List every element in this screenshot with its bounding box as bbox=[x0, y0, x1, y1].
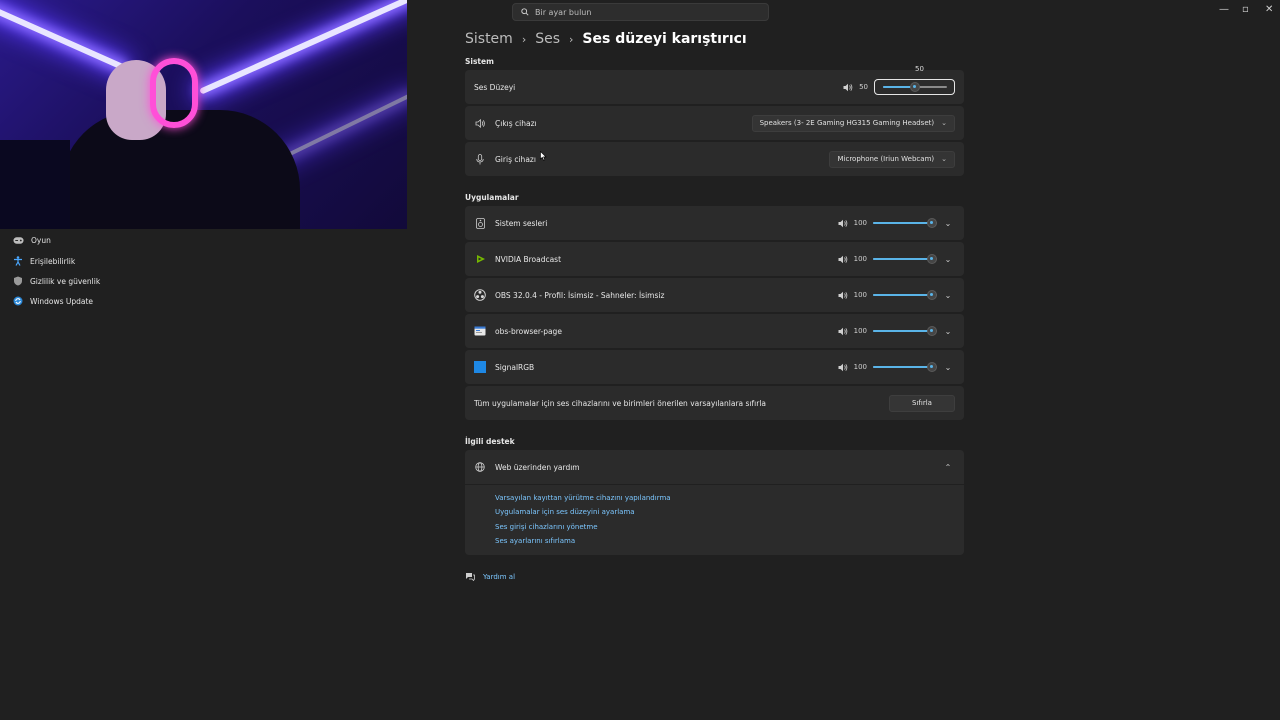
app-volume-value: 100 bbox=[853, 327, 867, 335]
shield-icon bbox=[14, 276, 22, 286]
chevron-right-icon: › bbox=[569, 32, 574, 46]
obs-icon bbox=[474, 289, 486, 301]
app-row: OBS 32.0.4 - Profil: İsimsiz - Sahneler:… bbox=[465, 278, 964, 312]
chevron-down-icon[interactable]: ⌄ bbox=[941, 363, 955, 372]
section-title-uygulamalar: Uygulamalar bbox=[465, 193, 519, 202]
app-row: obs-browser-page 100 ⌄ bbox=[465, 314, 964, 348]
restore-button[interactable]: ▫ bbox=[1242, 4, 1249, 15]
signalrgb-icon bbox=[474, 361, 486, 373]
speaker-icon[interactable] bbox=[838, 363, 848, 372]
help-chat-icon bbox=[466, 573, 475, 581]
speaker-icon[interactable] bbox=[838, 327, 848, 336]
input-device-dropdown[interactable]: Microphone (Iriun Webcam) ⌄ bbox=[829, 150, 955, 168]
sidebar-item-label: Windows Update bbox=[30, 296, 94, 306]
chevron-down-icon[interactable]: ⌄ bbox=[941, 255, 955, 264]
section-title-sistem: Sistem bbox=[465, 57, 494, 66]
app-volume-value: 100 bbox=[853, 219, 867, 227]
app-name: obs-browser-page bbox=[495, 326, 562, 336]
browser-page-icon bbox=[474, 325, 486, 337]
volume-tooltip: 50 bbox=[915, 65, 924, 73]
app-volume-slider[interactable] bbox=[873, 254, 937, 264]
speaker-icon[interactable] bbox=[838, 255, 848, 264]
page-title: Ses düzeyi karıştırıcı bbox=[582, 31, 747, 47]
app-row: NVIDIA Broadcast 100 ⌄ bbox=[465, 242, 964, 276]
sidebar-item-label: Gizlilik ve güvenlik bbox=[30, 276, 101, 286]
speaker-icon[interactable] bbox=[838, 219, 848, 228]
chevron-down-icon[interactable]: ⌄ bbox=[941, 327, 955, 336]
help-link-reset-sound[interactable]: Ses ayarlarını sıfırlama bbox=[495, 537, 575, 545]
app-volume-value: 100 bbox=[853, 255, 867, 263]
system-volume-row: Ses Düzeyi 50 bbox=[465, 70, 964, 104]
system-volume-slider[interactable] bbox=[882, 82, 947, 92]
mouse-cursor-icon bbox=[540, 151, 547, 161]
help-link-input-devices[interactable]: Ses girişi cihazlarını yönetme bbox=[495, 523, 598, 531]
app-volume-value: 100 bbox=[853, 363, 867, 371]
input-device-value: Microphone (Iriun Webcam) bbox=[837, 155, 935, 163]
app-name: SignalRGB bbox=[495, 362, 535, 372]
breadcrumb: Sistem › Ses › Ses düzeyi karıştırıcı bbox=[465, 28, 747, 50]
system-volume-label: Ses Düzeyi bbox=[474, 82, 516, 92]
gamepad-icon bbox=[13, 237, 24, 244]
section-title-ilgili-destek: İlgili destek bbox=[465, 437, 515, 446]
system-volume-value: 50 bbox=[859, 83, 868, 91]
globe-icon bbox=[475, 462, 485, 472]
app-row: Sistem sesleri 100 ⌄ bbox=[465, 206, 964, 240]
webcam-overlay bbox=[0, 0, 407, 229]
update-icon bbox=[13, 296, 23, 306]
breadcrumb-ses[interactable]: Ses bbox=[535, 31, 560, 47]
output-device-value: Speakers (3- 2E Gaming HG315 Gaming Head… bbox=[759, 119, 935, 127]
sidebar-item-erisilebilirlik[interactable]: Erişilebilirlik bbox=[13, 256, 75, 266]
search-box[interactable]: Bir ayar bulun bbox=[512, 3, 769, 21]
chevron-down-icon[interactable]: ⌄ bbox=[941, 219, 955, 228]
output-device-dropdown[interactable]: Speakers (3- 2E Gaming HG315 Gaming Head… bbox=[751, 114, 955, 132]
app-name: OBS 32.0.4 - Profil: İsimsiz - Sahneler:… bbox=[495, 290, 665, 300]
get-help-link[interactable]: Yardım al bbox=[465, 572, 515, 581]
get-help-label: Yardım al bbox=[483, 572, 516, 581]
speaker-icon[interactable] bbox=[838, 291, 848, 300]
reset-row: Tüm uygulamalar için ses cihazlarını ve … bbox=[465, 386, 964, 420]
app-row: SignalRGB 100 ⌄ bbox=[465, 350, 964, 384]
reset-button[interactable]: Sıfırla bbox=[889, 394, 955, 412]
help-link-app-volume[interactable]: Uygulamalar için ses düzeyini ayarlama bbox=[495, 508, 635, 516]
app-volume-slider[interactable] bbox=[873, 218, 937, 228]
minimize-button[interactable]: — bbox=[1219, 4, 1229, 15]
chevron-up-icon[interactable]: ⌃ bbox=[941, 463, 955, 472]
output-device-label: Çıkış cihazı bbox=[495, 118, 537, 128]
sidebar-item-label: Erişilebilirlik bbox=[30, 256, 76, 266]
app-name: Sistem sesleri bbox=[495, 218, 548, 228]
app-volume-slider[interactable] bbox=[873, 362, 937, 372]
sidebar-item-windows-update[interactable]: Windows Update bbox=[13, 296, 93, 306]
chevron-down-icon: ⌄ bbox=[941, 155, 947, 163]
sidebar-item-gizlilik[interactable]: Gizlilik ve güvenlik bbox=[13, 276, 100, 286]
search-icon bbox=[521, 8, 529, 16]
web-help-label: Web üzerinden yardım bbox=[495, 462, 580, 472]
close-button[interactable]: ✕ bbox=[1265, 4, 1273, 15]
output-device-row: Çıkış cihazı Speakers (3- 2E Gaming HG31… bbox=[465, 106, 964, 140]
help-link-default-playback[interactable]: Varsayılan kayıttan yürütme cihazını yap… bbox=[495, 494, 671, 502]
microphone-icon bbox=[476, 153, 484, 164]
sidebar-item-label: Oyun bbox=[31, 236, 51, 245]
chevron-down-icon[interactable]: ⌄ bbox=[941, 291, 955, 300]
web-help-links: Varsayılan kayıttan yürütme cihazını yap… bbox=[465, 485, 964, 555]
chevron-down-icon: ⌄ bbox=[941, 119, 947, 127]
speaker-icon bbox=[475, 118, 485, 128]
chevron-right-icon: › bbox=[521, 32, 527, 46]
breadcrumb-sistem[interactable]: Sistem bbox=[465, 31, 513, 47]
app-name: NVIDIA Broadcast bbox=[495, 254, 562, 264]
speaker-icon[interactable] bbox=[843, 83, 853, 92]
app-volume-slider[interactable] bbox=[873, 290, 937, 300]
app-volume-value: 100 bbox=[853, 291, 867, 299]
web-help-header[interactable]: Web üzerinden yardım ⌃ bbox=[465, 450, 964, 484]
system-sounds-icon bbox=[474, 217, 486, 229]
reset-description: Tüm uygulamalar için ses cihazlarını ve … bbox=[474, 398, 766, 408]
search-input[interactable]: Bir ayar bulun bbox=[535, 8, 591, 17]
app-volume-slider[interactable] bbox=[873, 326, 937, 336]
nvidia-icon bbox=[474, 253, 486, 265]
sidebar-item-oyun[interactable]: Oyun bbox=[13, 236, 51, 245]
accessibility-icon bbox=[14, 256, 22, 266]
system-volume-slider-focus[interactable] bbox=[874, 79, 955, 95]
